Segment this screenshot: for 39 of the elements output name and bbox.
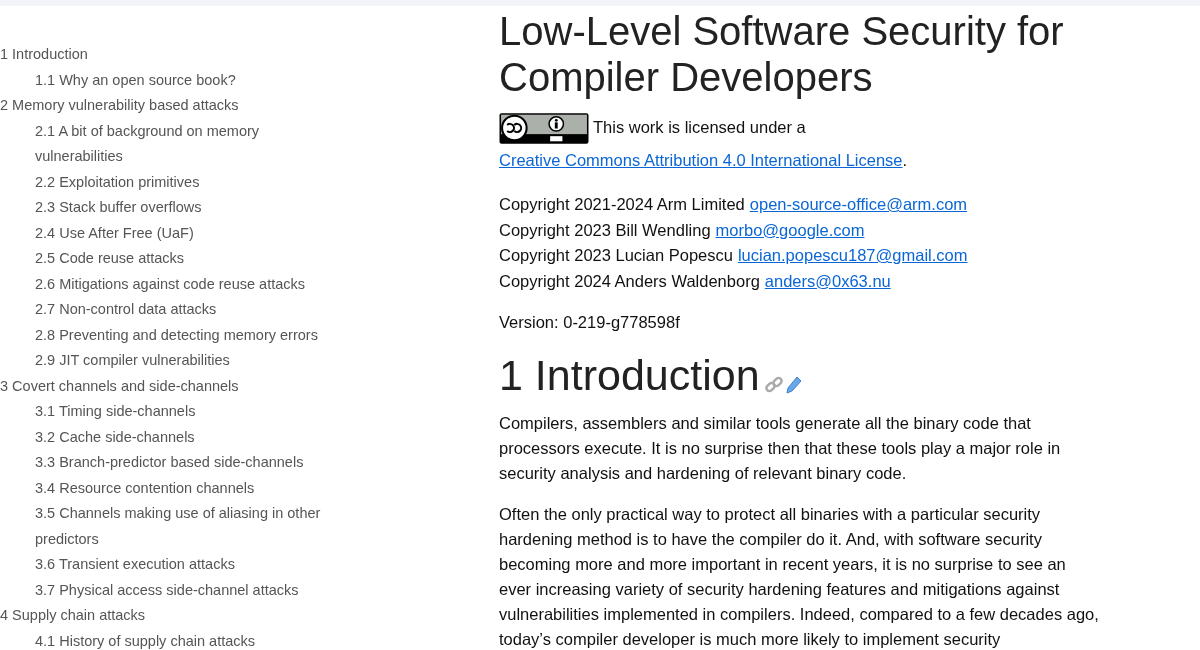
page-title: Low-Level Software Security for Compiler Developers [499, 8, 1065, 100]
toc-link[interactable]: 3.4 Resource contention channels [35, 475, 255, 501]
email-link[interactable]: open-source-office@arm.com [749, 195, 968, 214]
toc-link[interactable]: 3.3 Branch-predictor based side-channels [35, 450, 304, 476]
toc-link[interactable]: 2.1 A bit of background on memory vulnerabilities [35, 118, 335, 170]
toc-link[interactable]: 2.9 JIT compiler vulnerabilities [35, 348, 230, 374]
section-heading: 1 Introduction [499, 350, 760, 402]
toc-link[interactable]: 3.7 Physical access side-channel attacks [35, 577, 299, 603]
toc-link[interactable]: 3.2 Cache side-channels [35, 424, 195, 450]
toc-link[interactable]: 3.5 Channels making use of aliasing in other predictors [35, 501, 335, 552]
toc-link[interactable]: 2.6 Mitigations against code reuse attacks [35, 271, 305, 297]
toc-link[interactable]: 2.8 Preventing and detecting memory errors [35, 322, 318, 348]
cc-by-badge-icon [499, 112, 589, 146]
toc-link[interactable]: 2.5 Code reuse attacks [35, 246, 185, 272]
toc-link[interactable]: 2.2 Exploitation primitives [35, 169, 200, 195]
pencil-icon[interactable] [785, 376, 802, 395]
email-link[interactable]: anders@0x63.nu [764, 271, 891, 290]
toc-link[interactable]: 3.6 Transient execution attacks [35, 552, 235, 578]
toc-link[interactable]: 3 Covert channels and side-channels [0, 373, 239, 399]
version-text: Version: 0-219-g778598f [499, 312, 681, 334]
body-paragraph: Compilers, assemblers and similar tools generate all the binary code that processors execute. It is no surprise then that these tools play a major role in security analysis and hardening of relevant binary code. [499, 413, 1062, 485]
copyright-text: Copyright 2023 Lucian Popescu [499, 246, 733, 265]
toc-link[interactable]: 1.1 Why an open source book? [35, 67, 236, 93]
toc-link[interactable]: 4 Supply chain attacks [0, 603, 146, 629]
toc-link[interactable]: 2.3 Stack buffer overflows [35, 195, 202, 221]
license-link[interactable]: Creative Commons Attribution 4.0 International License [499, 151, 903, 170]
email-link[interactable]: lucian.popescu187@gmail.com [737, 246, 968, 265]
toc-link[interactable]: 2.7 Non-control data attacks [35, 297, 217, 323]
toc-link[interactable]: 3.1 Timing side-channels [35, 399, 196, 425]
email-link[interactable]: morbo@google.com [715, 220, 865, 239]
copyright-text: Copyright 2024 Anders Waldenborg [499, 271, 760, 290]
toc-link[interactable]: 2.4 Use After Free (UaF) [35, 220, 194, 246]
copyright-text: Copyright 2023 Bill Wendling [499, 220, 711, 239]
toc-link[interactable]: 2 Memory vulnerability based attacks [0, 93, 239, 119]
body-paragraph: Often the only practical way to protect all binaries with a particular security hardening method is to have the compiler do it. And, with software security becoming more and more important in recent years, it is no surprise to see an ever increasing variety of security hardening features and mitigations against vulnerabilities implemented in compilers. Indeed, compared to a few decades ago, today’s compiler developer is much more likely to implement security [499, 504, 1099, 650]
license-text: This work is licensed under a Creative Commons Attribution 4.0 International License. [499, 112, 1099, 177]
toc-link[interactable]: 1 Introduction [0, 42, 88, 68]
copyright-text: Copyright 2021-2024 Arm Limited [499, 195, 745, 214]
toc-link[interactable]: 4.1 History of supply chain attacks [35, 628, 256, 650]
